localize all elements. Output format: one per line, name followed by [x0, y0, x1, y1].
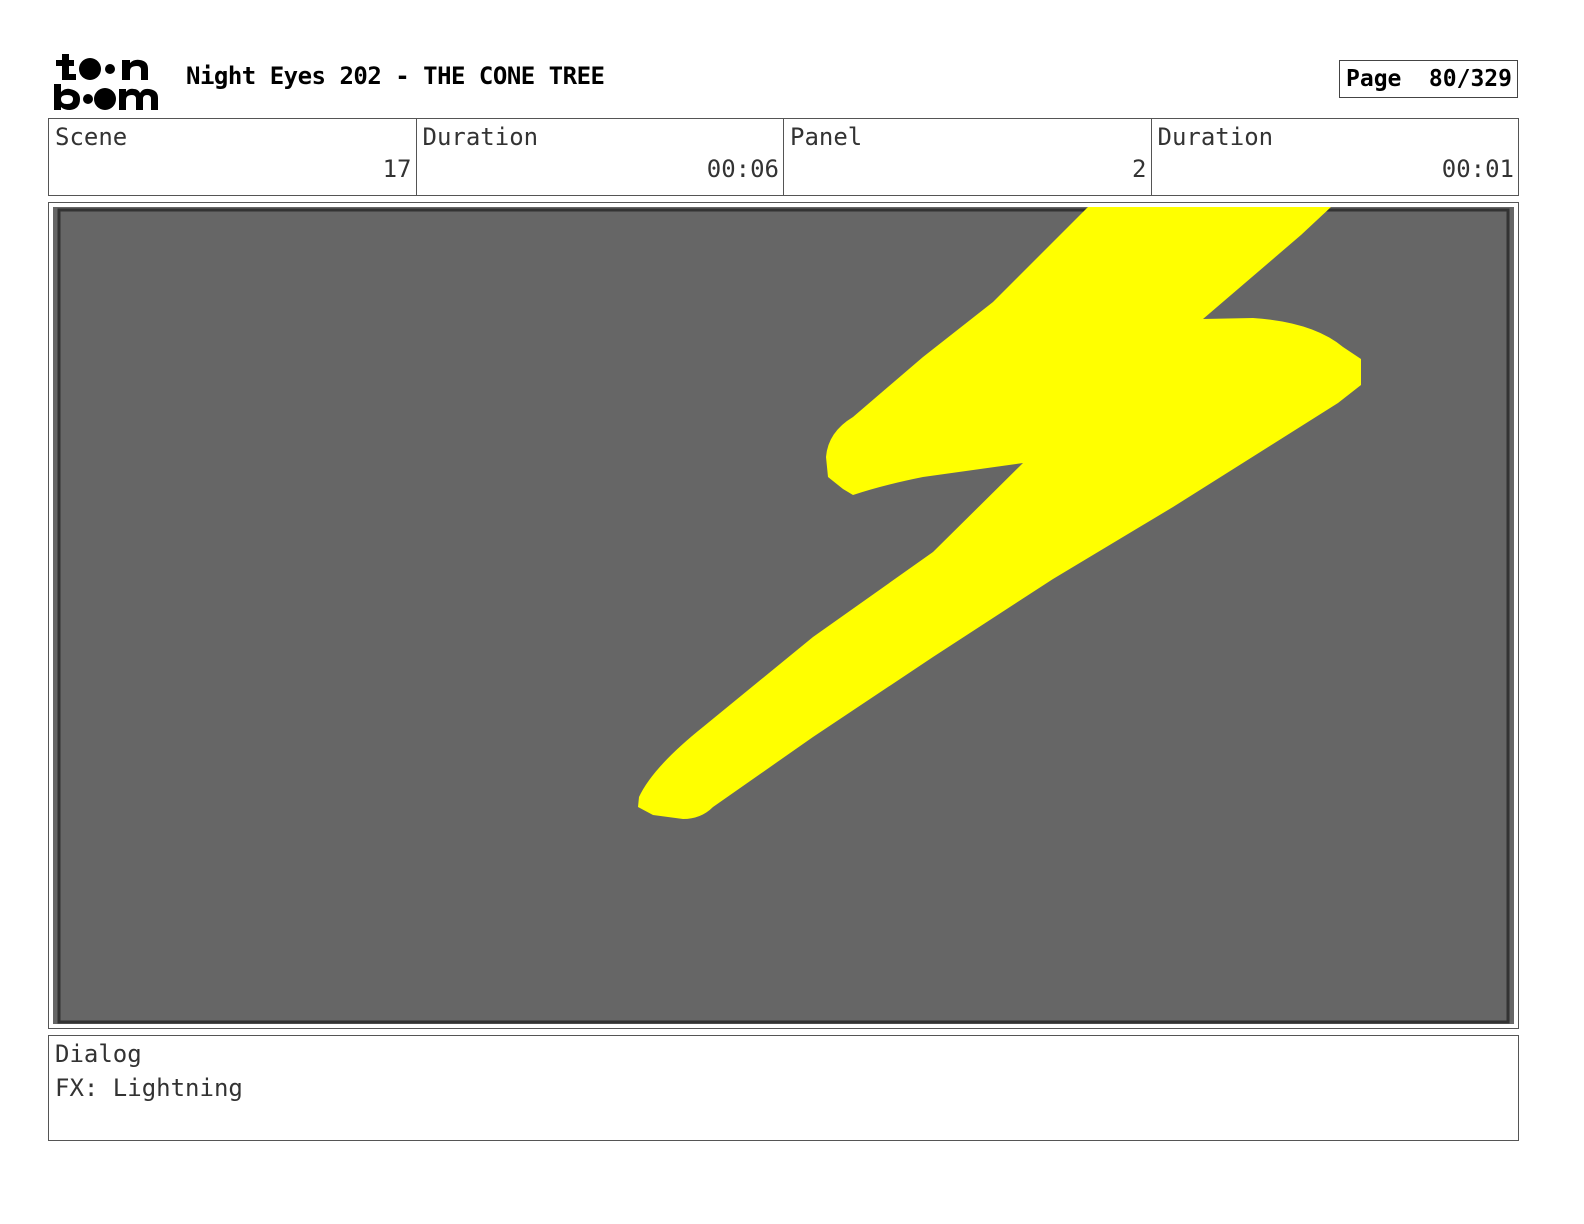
scene-duration-value: 00:06	[706, 155, 779, 183]
panel-cell: Panel 2	[784, 119, 1152, 195]
page-counter: Page 80/329	[1339, 60, 1518, 98]
scene-label: Scene	[55, 123, 128, 151]
lightning-illustration	[53, 207, 1514, 1024]
panel-duration-label: Duration	[1157, 123, 1274, 151]
dialog-text: FX: Lightning	[55, 1074, 243, 1102]
toon-boom-logo	[54, 54, 158, 110]
scene-cell: Scene 17	[49, 119, 417, 195]
scene-info-row: Scene 17 Duration 00:06 Panel 2 Duration…	[48, 118, 1519, 196]
scene-duration-label: Duration	[422, 123, 539, 151]
panel-label: Panel	[790, 123, 863, 151]
panel-value: 2	[1132, 155, 1147, 183]
storyboard-panel	[48, 202, 1519, 1029]
scene-duration-cell: Duration 00:06	[417, 119, 784, 195]
project-title: Night Eyes 202 - THE CONE TREE	[186, 62, 605, 90]
page-value: 80/329	[1428, 66, 1512, 92]
dialog-label: Dialog	[55, 1040, 142, 1068]
page-label: Page	[1346, 66, 1402, 92]
panel-artwork	[53, 207, 1514, 1024]
panel-duration-cell: Duration 00:01	[1152, 119, 1519, 195]
scene-value: 17	[382, 155, 412, 183]
dialog-box: Dialog FX: Lightning	[48, 1035, 1519, 1141]
panel-duration-value: 00:01	[1441, 155, 1514, 183]
